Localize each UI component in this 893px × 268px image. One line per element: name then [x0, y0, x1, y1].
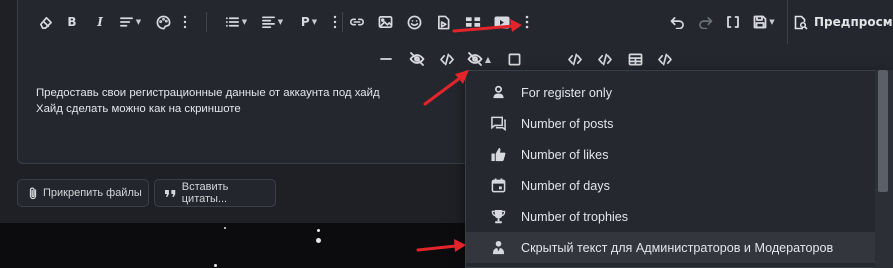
preview-button[interactable]: Предпросм	[787, 0, 893, 44]
chevron-down-icon: ▼	[769, 18, 775, 26]
redo-button[interactable]	[694, 11, 716, 33]
file-search-icon	[794, 15, 808, 30]
code-icon	[568, 53, 582, 65]
chevron-down-icon: ▼	[277, 18, 284, 26]
remove-format-button[interactable]	[34, 11, 56, 33]
toolbar-divider	[342, 12, 343, 32]
vertical-dots-icon	[525, 15, 529, 29]
smile-icon	[407, 15, 421, 29]
toggle-bbcode-button[interactable]	[722, 11, 744, 33]
list-icon	[225, 17, 239, 27]
paragraph-label: P	[300, 15, 310, 29]
insert-smilie-button[interactable]	[403, 11, 425, 33]
file-media-icon	[437, 15, 449, 29]
square-icon	[508, 53, 520, 65]
chevron-down-icon: ▼	[241, 18, 248, 26]
insert-link-button[interactable]	[346, 11, 368, 33]
eye-slash-icon	[467, 52, 483, 66]
link-icon	[350, 18, 364, 26]
brackets-icon	[727, 16, 739, 28]
scrollbar-thumb[interactable]	[878, 70, 888, 192]
page-scrollbar[interactable]	[875, 70, 893, 268]
undo-icon	[670, 16, 684, 29]
insert-table-button[interactable]	[624, 48, 646, 70]
text-style-dropdown[interactable]: ▼	[116, 11, 144, 33]
annotation-arrow	[452, 19, 522, 33]
toolbar-divider	[206, 12, 207, 32]
code-icon	[440, 53, 454, 65]
table-icon	[628, 53, 642, 65]
menu-item-label: Number of likes	[521, 147, 609, 162]
insert-media-button[interactable]	[432, 11, 454, 33]
user-tie-icon	[491, 240, 506, 255]
paragraph-dropdown[interactable]: P ▼	[296, 11, 322, 33]
code-icon	[598, 53, 612, 65]
undo-button[interactable]	[666, 11, 688, 33]
menu-item-label: Number of days	[521, 178, 610, 193]
spoiler-button[interactable]	[504, 48, 524, 70]
palette-icon	[156, 15, 170, 29]
calendar-icon	[491, 178, 506, 193]
chevron-down-icon: ▼	[311, 18, 318, 26]
menu-item-likes[interactable]: Number of likes	[466, 139, 876, 170]
color-button[interactable]	[152, 11, 174, 33]
attach-files-button[interactable]: Прикрепить файлы	[17, 179, 149, 207]
menu-item-register-only[interactable]: For register only	[466, 77, 876, 108]
user-icon	[491, 85, 506, 100]
hide-options-menu: For register only Number of posts Number…	[465, 70, 893, 268]
vertical-dots-icon	[333, 15, 337, 29]
drafts-dropdown[interactable]: ▼	[750, 11, 778, 33]
more-text-options-button[interactable]	[178, 11, 192, 33]
menu-item-label: Скрытый текст для Администраторов и Моде…	[521, 240, 834, 255]
decorative-dot	[224, 227, 226, 229]
align-dropdown[interactable]: ▼	[258, 11, 286, 33]
inline-code-button[interactable]	[564, 48, 586, 70]
preview-label: Предпросм	[814, 15, 893, 29]
content-line: Предоставь свои регистрационные данные о…	[36, 87, 380, 99]
align-left-icon	[261, 16, 275, 28]
insert-quotes-button[interactable]: Вставить цитаты...	[154, 179, 276, 207]
redo-icon	[698, 16, 712, 29]
editor-content[interactable]: Предоставь свои регистрационные данные о…	[36, 86, 380, 117]
chevron-down-icon: ▼	[135, 18, 142, 26]
image-icon	[378, 16, 392, 28]
html-code-button[interactable]	[594, 48, 616, 70]
content-line: Хайд сделать можно как на скриншоте	[36, 102, 241, 115]
decorative-dot	[316, 238, 321, 243]
menu-item-posts[interactable]: Number of posts	[466, 108, 876, 139]
bold-button[interactable]: B	[62, 11, 82, 33]
annotation-arrow	[423, 70, 469, 106]
eraser-icon	[39, 16, 52, 29]
caret-up-icon: ▲	[484, 54, 492, 64]
list-dropdown[interactable]: ▼	[222, 11, 250, 33]
code-icon	[658, 53, 672, 65]
eye-slash-icon	[409, 52, 425, 66]
insert-quotes-label: Вставить цитаты...	[181, 181, 229, 205]
quote-icon	[164, 190, 176, 197]
menu-item-days[interactable]: Number of days	[466, 170, 876, 201]
menu-item-admins-moderators[interactable]: Скрытый текст для Администраторов и Моде…	[466, 232, 876, 263]
menu-item-label: For register only	[521, 85, 612, 100]
trophy-icon	[491, 209, 506, 224]
menu-item-label: Number of trophies	[521, 209, 629, 224]
annotation-arrow	[416, 239, 466, 252]
save-icon	[753, 15, 767, 29]
menu-item-trophies[interactable]: Number of trophies	[466, 201, 876, 232]
vertical-dots-icon	[183, 15, 187, 29]
paperclip-icon	[29, 187, 37, 200]
insert-image-button[interactable]	[374, 11, 396, 33]
menu-item-label: Number of posts	[521, 116, 614, 131]
italic-button[interactable]: I	[90, 11, 110, 33]
attach-files-label: Прикрепить файлы	[43, 187, 142, 199]
more-paragraph-options-button[interactable]	[328, 11, 342, 33]
comments-icon	[491, 116, 506, 131]
php-code-button[interactable]	[654, 48, 676, 70]
minus-icon	[380, 58, 392, 60]
decorative-dot	[214, 264, 217, 267]
text-size-icon	[119, 17, 133, 27]
decorative-dot	[317, 229, 320, 232]
thumbs-up-icon	[491, 147, 506, 162]
horizontal-line-button[interactable]	[376, 48, 396, 70]
